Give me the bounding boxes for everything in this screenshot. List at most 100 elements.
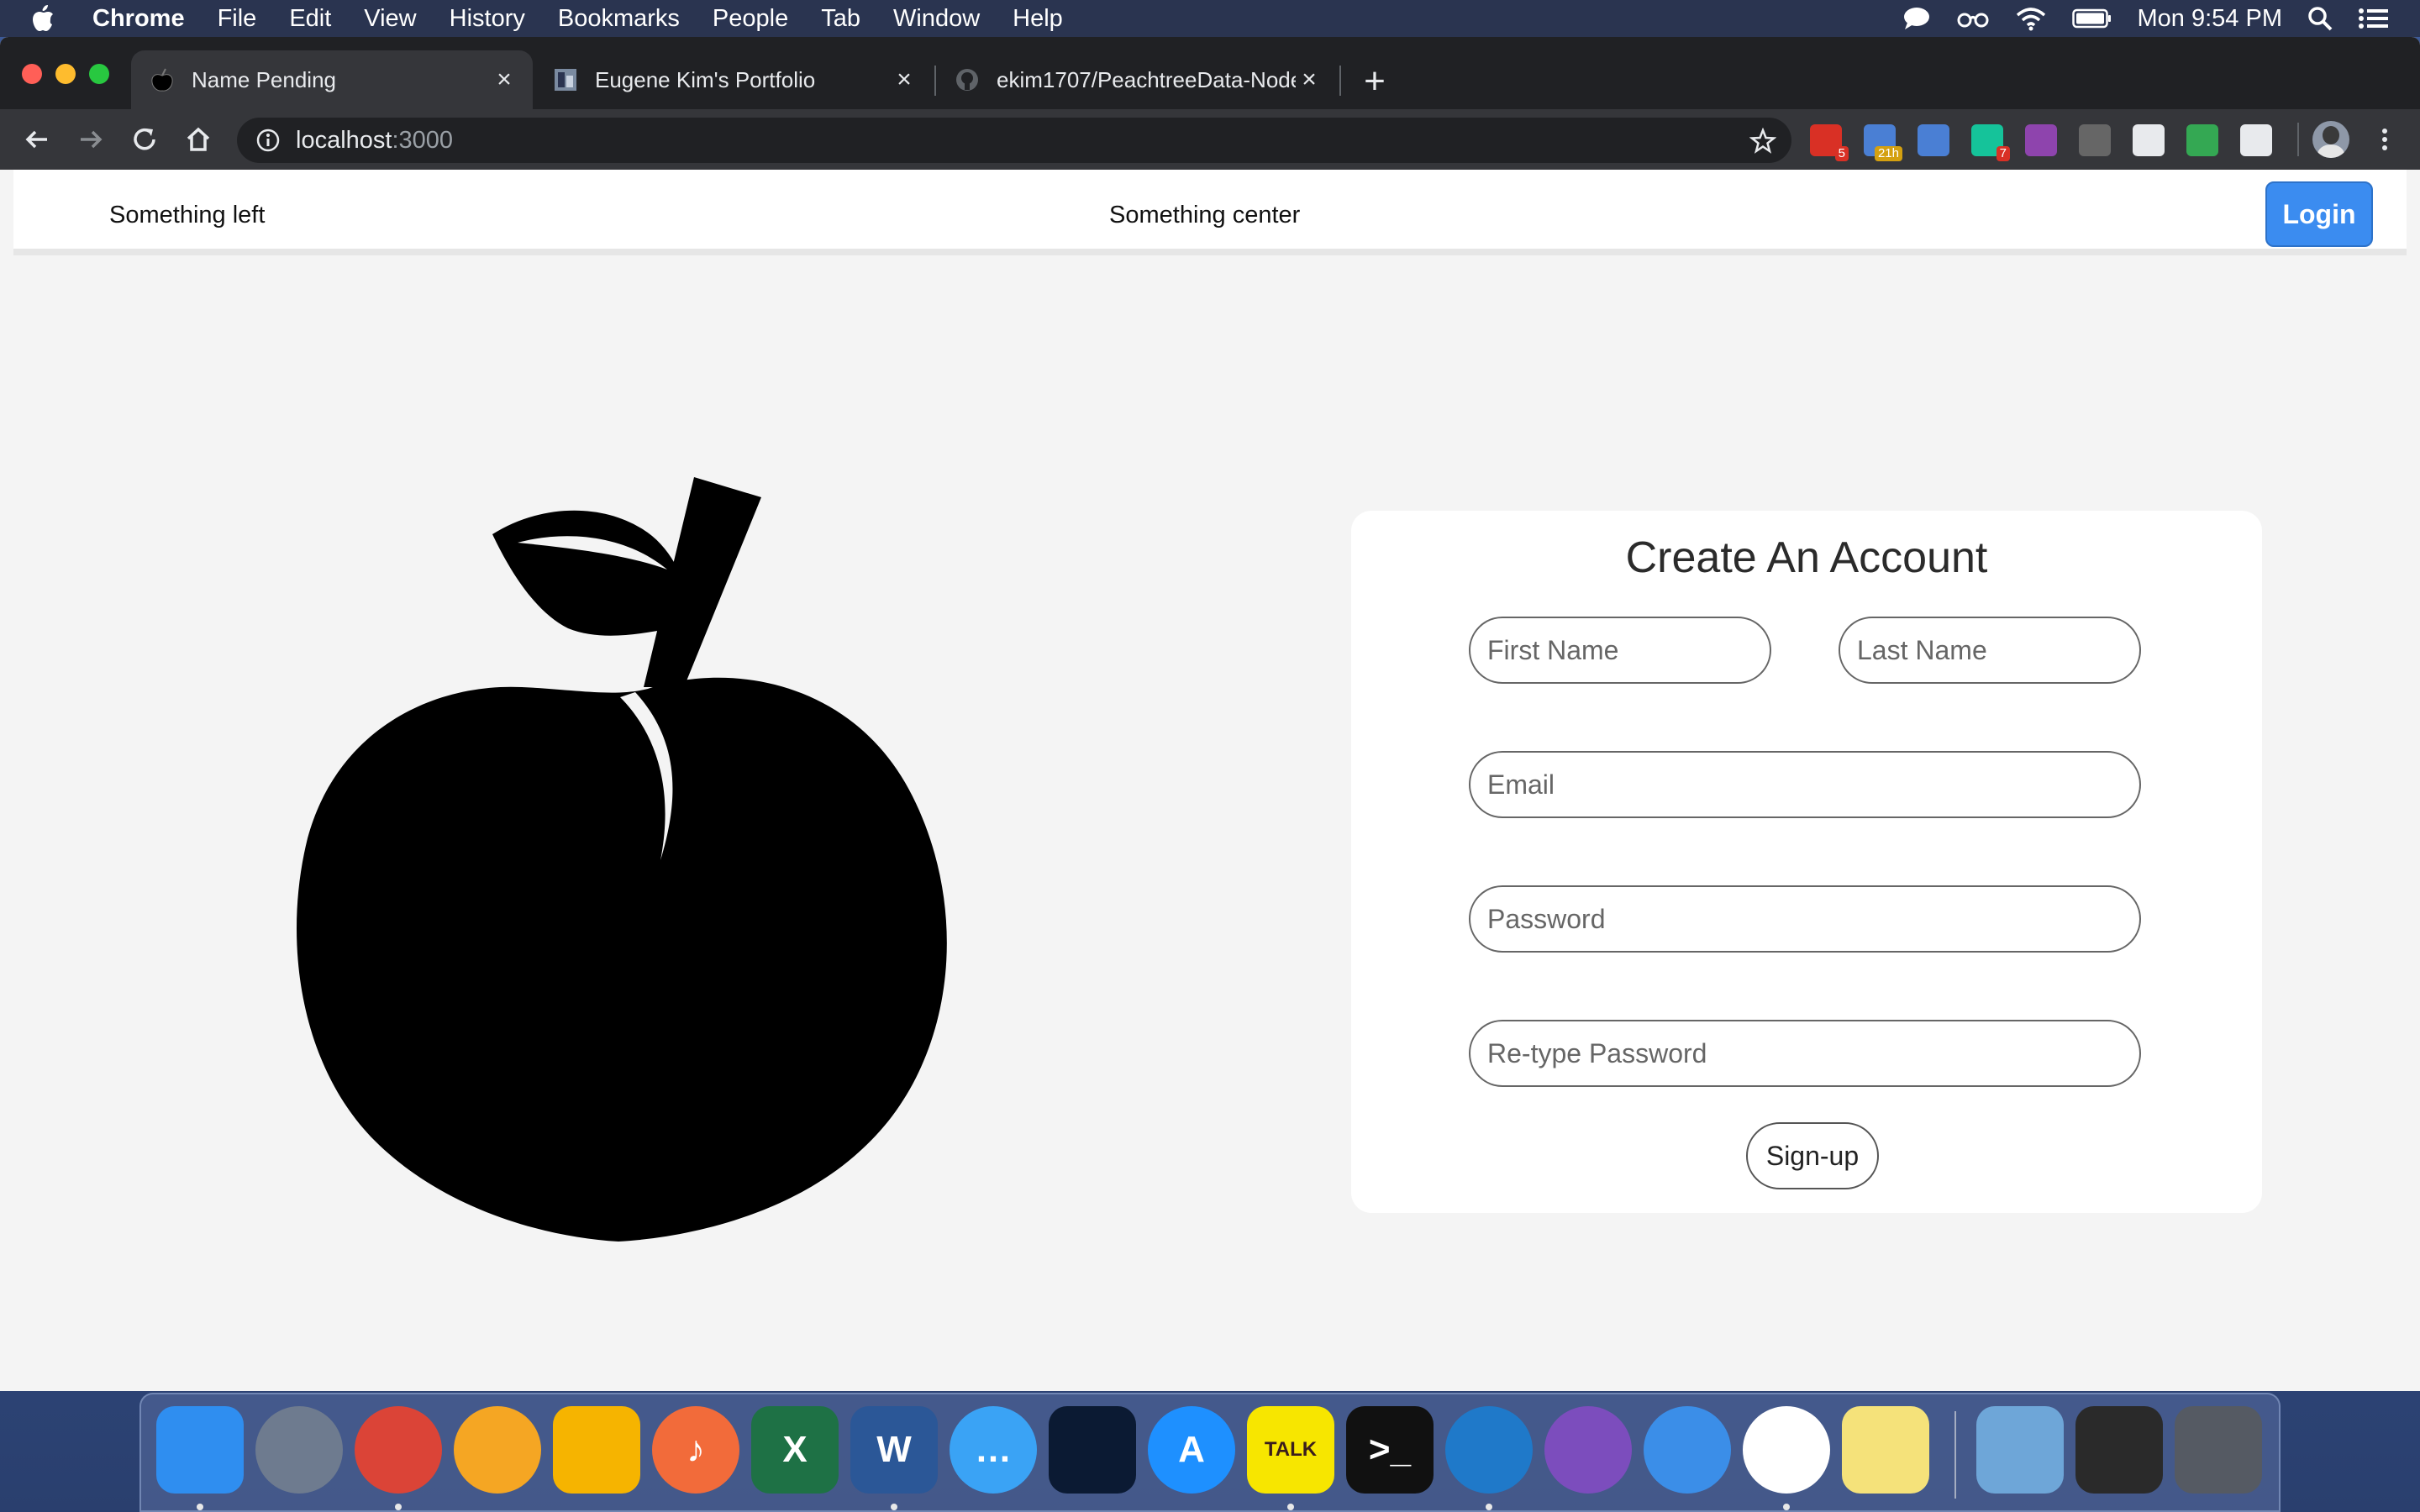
running-indicator <box>197 1504 203 1510</box>
tab-divider <box>1339 66 1341 96</box>
email-input[interactable] <box>1469 751 2141 818</box>
signup-button[interactable]: Sign-up <box>1746 1122 1879 1189</box>
forward-icon[interactable] <box>72 121 109 158</box>
tab-name-pending[interactable]: Name Pending × <box>131 50 533 109</box>
wifi-icon[interactable] <box>2015 6 2047 31</box>
new-tab-button[interactable]: + <box>1358 63 1392 100</box>
react-devtools-extension-icon[interactable] <box>2133 124 2165 156</box>
vscode-dock-icon[interactable] <box>1445 1406 1533 1494</box>
running-indicator <box>1783 1504 1790 1510</box>
dock: ♪ X W… A TALK >_ <box>139 1393 2281 1512</box>
extension-badge: 7 <box>1996 146 2010 161</box>
menu-help[interactable]: Help <box>1013 5 1063 33</box>
running-indicator <box>395 1504 402 1510</box>
menu-bar: Chrome File Edit View History Bookmarks … <box>0 0 2420 37</box>
control-center-icon[interactable] <box>2358 6 2390 31</box>
green-dot-extension-icon[interactable] <box>2186 124 2218 156</box>
menu-tab[interactable]: Tab <box>821 5 860 33</box>
extension-badge: 21h <box>1874 146 1902 161</box>
site-navbar: Something left Something center Login <box>13 170 2407 255</box>
word-dock-icon[interactable]: W <box>850 1406 938 1494</box>
minimize-window-button[interactable] <box>55 64 76 84</box>
menu-edit[interactable]: Edit <box>289 5 331 33</box>
lock-extension-icon[interactable] <box>2240 124 2272 156</box>
excel-dock-icon[interactable]: X <box>751 1406 839 1494</box>
app-store-dock-icon[interactable]: A <box>1148 1406 1235 1494</box>
extension-badge: 5 <box>1834 146 1849 161</box>
chrome-canary-dock-icon[interactable] <box>454 1406 541 1494</box>
keep-dock-icon[interactable] <box>553 1406 640 1494</box>
tab-close-icon[interactable]: × <box>891 66 918 93</box>
login-button[interactable]: Login <box>2265 181 2373 247</box>
first-name-input[interactable] <box>1469 617 1771 684</box>
stickies-dock-icon[interactable] <box>1842 1406 1929 1494</box>
browser-window: Name Pending × Eugene Kim's Portfolio × … <box>0 37 2420 1391</box>
apple-favicon-icon <box>150 67 175 92</box>
kindle-dock-icon[interactable] <box>1049 1406 1136 1494</box>
tab-strip: Name Pending × Eugene Kim's Portfolio × … <box>0 37 2420 109</box>
visual-studio-dock-icon[interactable] <box>1544 1406 1632 1494</box>
terminal-dock-icon[interactable]: >_ <box>1346 1406 1434 1494</box>
chrome-menu-icon[interactable] <box>2370 124 2400 155</box>
profile-avatar[interactable] <box>2312 121 2349 158</box>
tab-close-icon[interactable]: × <box>1296 66 1323 93</box>
r-extension-icon[interactable] <box>2025 124 2057 156</box>
menu-window[interactable]: Window <box>893 5 980 33</box>
running-indicator <box>891 1504 897 1510</box>
apple-logo-icon <box>296 477 947 1242</box>
slack-dock-icon[interactable] <box>1743 1406 1830 1494</box>
password-input[interactable] <box>1469 885 2141 953</box>
messages-dock-icon[interactable]: … <box>950 1406 1037 1494</box>
running-indicator <box>1287 1504 1294 1510</box>
spotlight-icon[interactable] <box>2307 6 2333 31</box>
launchpad-dock-icon[interactable] <box>255 1406 343 1494</box>
address-bar[interactable]: localhost:3000 <box>237 118 1791 163</box>
close-window-button[interactable] <box>22 64 42 84</box>
menu-clock[interactable]: Mon 9:54 PM <box>2138 5 2282 33</box>
menu-bookmarks[interactable]: Bookmarks <box>558 5 680 33</box>
music-dock-icon[interactable]: ♪ <box>652 1406 739 1494</box>
kakaotalk-dock-icon[interactable]: TALK <box>1247 1406 1334 1494</box>
glasses-icon[interactable] <box>1956 8 1990 29</box>
translate-extension-icon[interactable] <box>1918 124 1949 156</box>
retype-password-input[interactable] <box>1469 1020 2141 1087</box>
menu-history[interactable]: History <box>450 5 525 33</box>
apple-menu-icon[interactable] <box>30 0 66 37</box>
tab-github[interactable]: ekim1707/PeachtreeData-Node × <box>936 50 1338 109</box>
zoom-window-button[interactable] <box>89 64 109 84</box>
back-icon[interactable] <box>18 121 55 158</box>
toolbar-divider <box>2297 123 2299 156</box>
screen-recording-dock-icon[interactable] <box>2075 1406 2163 1494</box>
tableplus-dock-icon[interactable] <box>1644 1406 1731 1494</box>
menu-app-name[interactable]: Chrome <box>92 5 185 33</box>
url-port: :3000 <box>392 126 454 154</box>
menu-file[interactable]: File <box>218 5 257 33</box>
menu-people[interactable]: People <box>713 5 788 33</box>
downloads-folder-dock-icon[interactable] <box>1976 1406 2064 1494</box>
github-favicon-icon <box>955 67 980 92</box>
gmail-extension-icon[interactable]: 5 <box>1810 124 1849 161</box>
nav-center-text[interactable]: Something center <box>1109 202 1300 229</box>
nav-left-text[interactable]: Something left <box>109 202 265 229</box>
tab-portfolio[interactable]: Eugene Kim's Portfolio × <box>534 50 933 109</box>
tab-title: Name Pending <box>192 66 336 92</box>
browser-toolbar: localhost:3000 5 21h 7 <box>0 109 2420 170</box>
trash-dock-icon[interactable] <box>2175 1406 2262 1494</box>
battery-icon[interactable] <box>2071 8 2112 29</box>
bookmark-star-icon[interactable] <box>1749 128 1776 155</box>
menu-view[interactable]: View <box>364 5 416 33</box>
messages-icon[interactable] <box>1902 6 1931 31</box>
info-icon[interactable] <box>255 128 281 153</box>
grammarly-extension-icon[interactable]: 7 <box>1971 124 2010 161</box>
json-extension-icon[interactable] <box>2079 124 2111 156</box>
signup-title: Create An Account <box>1625 533 1988 582</box>
last-name-input[interactable] <box>1839 617 2141 684</box>
calendar-extension-icon[interactable]: 21h <box>1864 124 1902 161</box>
tab-close-icon[interactable]: × <box>491 66 518 93</box>
chrome-dock-icon[interactable] <box>355 1406 442 1494</box>
menu-bar-status: Mon 9:54 PM <box>1902 0 2390 37</box>
home-icon[interactable] <box>180 121 217 158</box>
finder-dock-icon[interactable] <box>156 1406 244 1494</box>
portfolio-favicon-icon <box>553 67 578 92</box>
reload-icon[interactable] <box>126 121 163 158</box>
